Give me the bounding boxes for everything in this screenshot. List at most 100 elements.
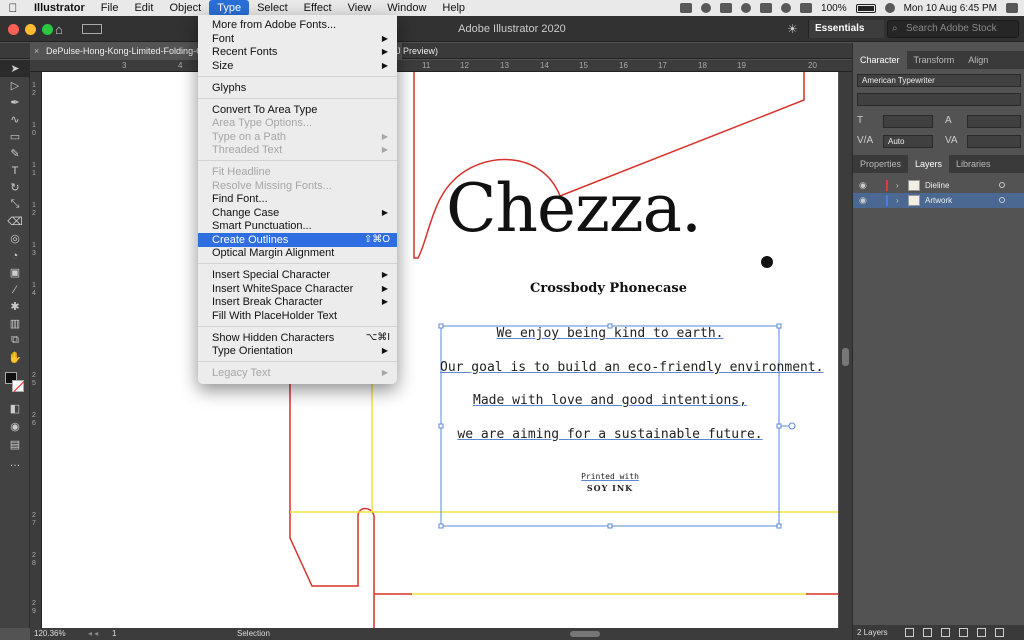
menu-select[interactable]: Select: [249, 0, 296, 16]
tracking-field[interactable]: [967, 135, 1021, 148]
search-icon[interactable]: [884, 3, 895, 13]
soy-ink-text[interactable]: SOY INK: [580, 483, 640, 493]
menu-item-convert-to-area-type[interactable]: Convert To Area Type: [198, 103, 397, 117]
clipping-mask-icon[interactable]: [941, 628, 950, 637]
menu-edit[interactable]: Edit: [126, 0, 161, 16]
minimize-window-button[interactable]: [25, 24, 36, 35]
pen-tool-icon[interactable]: ✒: [0, 94, 30, 111]
current-tool-status[interactable]: Selection: [237, 629, 270, 638]
menu-item-font[interactable]: Font ▶: [198, 32, 397, 46]
menu-view[interactable]: View: [340, 0, 380, 16]
menu-help[interactable]: Help: [434, 0, 473, 16]
locate-object-icon[interactable]: [923, 628, 932, 637]
lightbulb-icon[interactable]: ☀: [787, 22, 798, 36]
horizontal-scrollbar-thumb[interactable]: [570, 631, 600, 637]
vertical-scrollbar[interactable]: [839, 72, 852, 628]
menu-item-glyphs[interactable]: Glyphs: [198, 81, 397, 95]
scrollbar-thumb[interactable]: [842, 348, 849, 366]
layer-target-icon[interactable]: [999, 182, 1005, 188]
resize-handle[interactable]: [438, 523, 444, 529]
wifi-icon[interactable]: [781, 3, 792, 13]
hand-tool-icon[interactable]: ✋: [0, 349, 30, 366]
artboard-tool-icon[interactable]: ⧉: [0, 332, 30, 349]
screen-mode-icon[interactable]: ▤: [0, 436, 30, 453]
tab-transform[interactable]: Transform: [907, 51, 962, 69]
close-window-button[interactable]: [8, 24, 19, 35]
direct-selection-tool-icon[interactable]: ▷: [0, 77, 30, 94]
arrange-documents-icon[interactable]: [82, 24, 102, 34]
leading-field[interactable]: [967, 115, 1021, 128]
menu-item-size[interactable]: Size ▶: [198, 59, 397, 73]
eyedropper-tool-icon[interactable]: ⁄: [0, 281, 30, 298]
menu-item-change-case[interactable]: Change Case ▶: [198, 206, 397, 220]
cast-icon[interactable]: [760, 3, 773, 13]
layer-row-dieline[interactable]: ◉ › Dieline: [853, 178, 1024, 193]
tab-align[interactable]: Align: [961, 51, 995, 69]
artboard-nav-arrows-icon[interactable]: ◂ ◂: [88, 629, 98, 638]
scale-tool-icon[interactable]: ⤡: [0, 196, 30, 213]
font-size-field[interactable]: [883, 115, 933, 128]
menu-item-show-hidden-characters[interactable]: Show Hidden Characters ⌥⌘I: [198, 331, 397, 345]
stroke-color-swatch[interactable]: [12, 380, 24, 392]
copy-line[interactable]: we are aiming for a sustainable future.: [440, 427, 780, 442]
menu-item-more-from-adobe-fonts[interactable]: More from Adobe Fonts...: [198, 18, 397, 32]
battery-icon[interactable]: [855, 3, 876, 13]
symbol-sprayer-tool-icon[interactable]: ✱: [0, 298, 30, 315]
menu-item-fill-with-placeholder-text[interactable]: Fill With PlaceHolder Text: [198, 309, 397, 323]
export-icon[interactable]: [905, 628, 914, 637]
menu-object[interactable]: Object: [161, 0, 209, 16]
creative-cloud-icon[interactable]: [680, 3, 693, 13]
curvature-tool-icon[interactable]: ∿: [0, 111, 30, 128]
copy-line[interactable]: We enjoy being kind to earth.: [440, 326, 780, 341]
menu-item-insert-break-character[interactable]: Insert Break Character ▶: [198, 295, 397, 309]
menu-item-create-outlines[interactable]: Create Outlines ⇧⌘O: [198, 233, 397, 247]
shape-builder-tool-icon[interactable]: ◔: [0, 247, 30, 264]
menu-item-type-orientation[interactable]: Type Orientation ▶: [198, 344, 397, 358]
visibility-eye-icon[interactable]: ◉: [859, 193, 867, 208]
resize-handle[interactable]: [776, 523, 782, 529]
new-layer-icon[interactable]: [977, 628, 986, 637]
selection-tool-icon[interactable]: ➤: [0, 60, 30, 77]
eraser-tool-icon[interactable]: ⌫: [0, 213, 30, 230]
control-center-icon[interactable]: [1006, 3, 1018, 13]
tab-character[interactable]: Character: [853, 51, 907, 69]
warp-tool-icon[interactable]: ◎: [0, 230, 30, 247]
thread-out-port[interactable]: [788, 422, 796, 430]
menu-item-find-font[interactable]: Find Font...: [198, 192, 397, 206]
kerning-field[interactable]: Auto: [883, 135, 933, 148]
menu-item-insert-special-character[interactable]: Insert Special Character ▶: [198, 268, 397, 282]
apple-menu-icon[interactable]: : [0, 1, 26, 15]
layer-name[interactable]: Dieline: [925, 178, 949, 193]
home-icon[interactable]: ⌂: [55, 22, 63, 37]
new-sublayer-icon[interactable]: [959, 628, 968, 637]
gradient-tool-icon[interactable]: ▣: [0, 264, 30, 281]
zoom-level[interactable]: 120.36%: [34, 629, 66, 638]
tab-layers[interactable]: Layers: [908, 155, 950, 173]
menu-item-recent-fonts[interactable]: Recent Fonts ▶: [198, 45, 397, 59]
copy-line[interactable]: Made with love and good intentions,: [440, 393, 780, 408]
expand-caret-icon[interactable]: ›: [896, 178, 899, 193]
layer-target-icon[interactable]: [999, 197, 1005, 203]
menu-item-optical-margin-alignment[interactable]: Optical Margin Alignment: [198, 246, 397, 260]
menu-effect[interactable]: Effect: [296, 0, 340, 16]
menu-item-smart-punctuation[interactable]: Smart Punctuation...: [198, 219, 397, 233]
dropbox-icon[interactable]: [720, 3, 733, 13]
layer-name[interactable]: Artwork: [925, 193, 952, 208]
layer-row-artwork[interactable]: ◉ › Artwork: [853, 193, 1024, 208]
copy-line[interactable]: Our goal is to build an eco-friendly env…: [440, 360, 824, 375]
volume-icon[interactable]: [800, 3, 813, 13]
expand-caret-icon[interactable]: ›: [896, 193, 899, 208]
brand-logo-text[interactable]: Chezza.: [446, 170, 702, 247]
sync-icon[interactable]: [701, 3, 712, 13]
visibility-eye-icon[interactable]: ◉: [859, 178, 867, 193]
close-tab-icon[interactable]: ×: [34, 43, 39, 59]
menu-file[interactable]: File: [93, 0, 127, 16]
menu-window[interactable]: Window: [379, 0, 434, 16]
artboard-number[interactable]: 1: [112, 629, 116, 638]
zoom-window-button[interactable]: [42, 24, 53, 35]
chat-icon[interactable]: [741, 3, 752, 13]
search-stock-input[interactable]: ⌕ Search Adobe Stock: [887, 20, 1019, 38]
menu-type[interactable]: Type: [209, 0, 250, 16]
rectangle-tool-icon[interactable]: ▭: [0, 128, 30, 145]
resize-handle[interactable]: [607, 523, 613, 529]
